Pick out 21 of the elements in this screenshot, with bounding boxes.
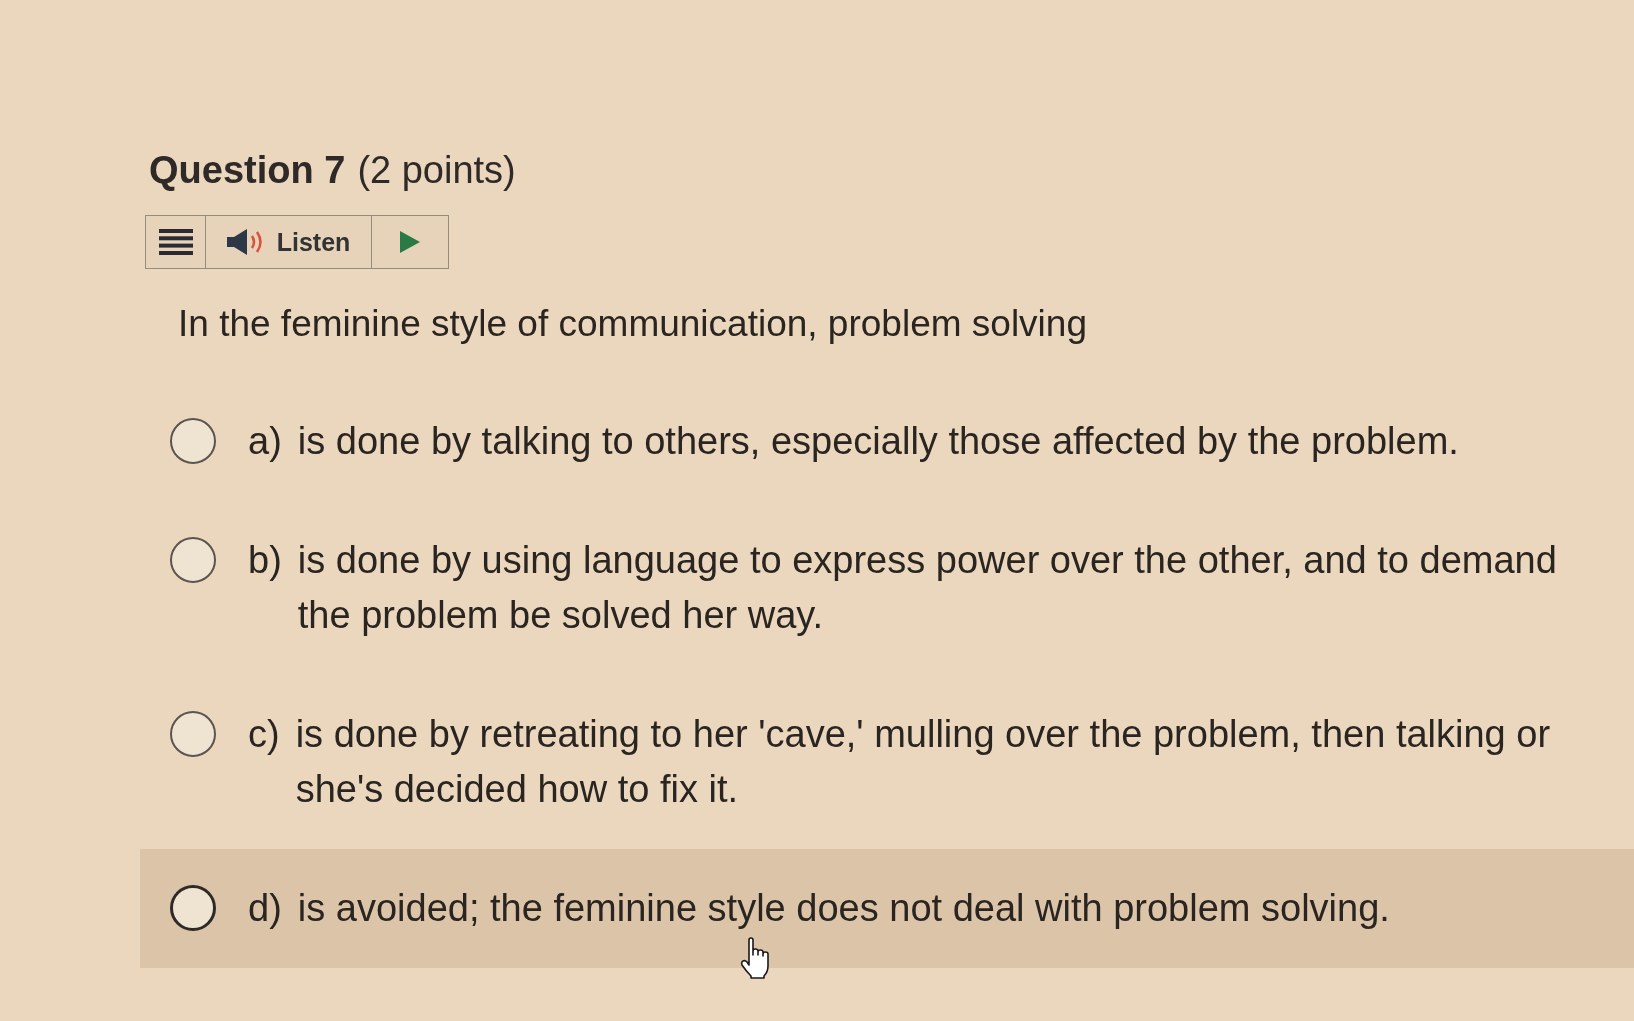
listen-button[interactable]: Listen — [206, 216, 372, 268]
option-text: is done by retreating to her 'cave,' mulling over the problem, then talking or she's decided how to fix it. — [295, 712, 1552, 812]
menu-icon — [158, 229, 193, 255]
radio-button[interactable] — [170, 418, 216, 464]
radio-button[interactable] — [170, 711, 216, 757]
question-title: Question 7 — [149, 148, 346, 192]
radio-button[interactable] — [170, 537, 216, 583]
answer-option[interactable]: b) is done by using language to express power over the other, and to demand the problem be solved her way. — [140, 501, 1634, 675]
question-text: In the feminine style of communication, problem solving — [178, 302, 1088, 346]
option-letter: d) — [248, 886, 282, 931]
answer-option[interactable]: a) is done by talking to others, especially those affected by the problem. — [140, 382, 1634, 501]
radio-button[interactable] — [170, 885, 216, 931]
option-text: is done by using language to express power over the other, and to demand the problem be solved her way. — [297, 538, 1558, 638]
points-label: (2 points) — [357, 148, 516, 192]
answer-option[interactable]: c) is done by retreating to her 'cave,' mulling over the problem, then talking or she's decided how to fix it. — [140, 675, 1634, 849]
option-letter: b) — [248, 538, 282, 583]
option-letter: c) — [248, 712, 280, 757]
option-text: is done by talking to others, especially those affected by the problem. — [297, 419, 1460, 464]
option-letter: a) — [248, 419, 282, 464]
option-text: is avoided; the feminine style does not deal with problem solving. — [297, 886, 1391, 931]
play-icon — [400, 231, 420, 253]
